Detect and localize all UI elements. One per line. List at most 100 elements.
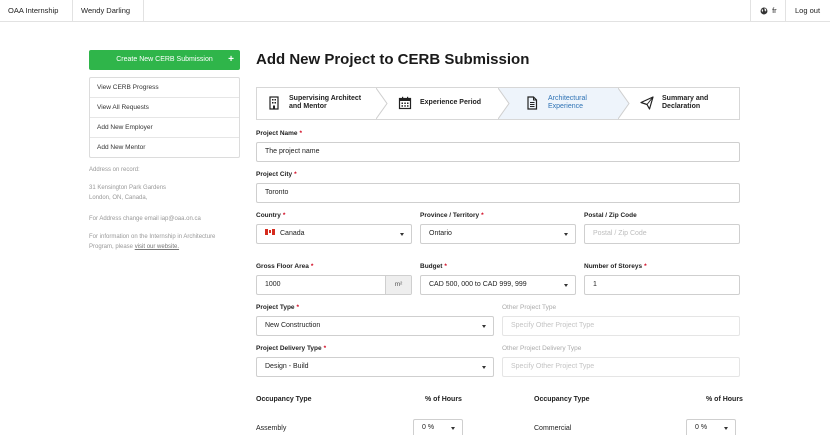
step-label: Supervising Architect and Mentor bbox=[289, 95, 361, 111]
other-project-type-label: Other Project Type bbox=[502, 304, 557, 311]
chevron-down-icon bbox=[724, 427, 728, 430]
top-navigation-bar: OAA Internship Wendy Darling fr Log out bbox=[0, 0, 830, 22]
step-summary-declaration[interactable]: Summary and Declaration bbox=[630, 88, 739, 119]
step-label-line-2: Experience bbox=[548, 103, 584, 110]
address-line-1: 31 Kensington Park Gardens bbox=[89, 185, 167, 191]
storeys-input[interactable]: 1 bbox=[584, 275, 740, 295]
step-label: Architectural Experience bbox=[548, 95, 587, 111]
step-label-line-2: and Mentor bbox=[289, 103, 327, 110]
unit-addon: m² bbox=[385, 276, 411, 294]
chevron-down-icon bbox=[482, 325, 486, 328]
address-change-note: For Address change email iap@oaa.on.ca bbox=[89, 216, 201, 222]
project-name-input[interactable]: The project name bbox=[256, 142, 740, 162]
province-value: Ontario bbox=[429, 230, 452, 237]
divider bbox=[785, 0, 786, 22]
project-city-label: Project City * bbox=[256, 171, 297, 178]
calendar-icon bbox=[398, 96, 412, 110]
country-label: Country * bbox=[256, 212, 286, 219]
budget-label: Budget * bbox=[420, 263, 447, 270]
step-separator-arrow bbox=[498, 88, 510, 119]
program-info-line-2: Program, please visit our website. bbox=[89, 243, 179, 252]
create-button-label: Create New CERB Submission bbox=[116, 56, 213, 63]
create-cerb-submission-button[interactable]: Create New CERB Submission + bbox=[89, 50, 240, 70]
sidebar-item-view-all-requests[interactable]: View All Requests bbox=[90, 98, 239, 118]
occupancy-row-label: Assembly bbox=[256, 425, 287, 432]
gross-floor-area-value: 1000 bbox=[265, 281, 281, 288]
step-label-line-1: Experience Period bbox=[420, 99, 482, 106]
other-project-type-input[interactable]: Specify Other Project Type bbox=[502, 316, 740, 336]
building-icon bbox=[269, 96, 279, 110]
step-label-line-1: Supervising Architect bbox=[289, 95, 362, 102]
globe-icon bbox=[760, 7, 768, 15]
sidebar-menu: View CERB Progress View All Requests Add… bbox=[89, 77, 240, 158]
project-type-select[interactable]: New Construction bbox=[256, 316, 494, 336]
step-experience-period[interactable]: Experience Period bbox=[388, 88, 509, 119]
brand-link[interactable]: OAA Internship bbox=[0, 0, 66, 22]
hours-header: % of Hours bbox=[425, 396, 462, 403]
step-label: Summary and Declaration bbox=[662, 95, 708, 111]
gross-floor-area-input[interactable]: 1000 m² bbox=[256, 275, 412, 295]
delivery-type-value: Design - Build bbox=[265, 363, 309, 370]
address-line-2: London, ON, Canada, bbox=[89, 195, 148, 201]
step-separator-arrow bbox=[376, 88, 388, 119]
logout-link[interactable]: Log out bbox=[787, 0, 828, 22]
hours-select[interactable]: 0 % bbox=[413, 419, 463, 435]
language-toggle[interactable]: fr bbox=[752, 0, 785, 22]
page-title: Add New Project to CERB Submission bbox=[256, 51, 530, 68]
delivery-type-label: Project Delivery Type * bbox=[256, 345, 327, 352]
step-architectural-experience[interactable]: Architectural Experience bbox=[498, 88, 619, 119]
storeys-label: Number of Storeys * bbox=[584, 263, 647, 270]
sidebar-item-view-cerb-progress[interactable]: View CERB Progress bbox=[90, 78, 239, 98]
canada-flag-icon bbox=[265, 229, 275, 236]
project-name-label: Project Name * bbox=[256, 130, 303, 137]
step-label: Experience Period bbox=[420, 99, 481, 107]
delivery-type-select[interactable]: Design - Build bbox=[256, 357, 494, 377]
budget-select[interactable]: CAD 500, 000 to CAD 999, 999 bbox=[420, 275, 576, 295]
occupancy-type-header: Occupancy Type bbox=[256, 396, 312, 403]
country-select[interactable]: Canada bbox=[256, 224, 412, 244]
project-city-input[interactable]: Toronto bbox=[256, 183, 740, 203]
hours-select[interactable]: 0 % bbox=[686, 419, 736, 435]
progress-steps: Supervising Architect and Mentor Experien… bbox=[256, 87, 740, 120]
program-info-text: Program, please bbox=[89, 244, 135, 250]
postal-code-placeholder: Postal / Zip Code bbox=[593, 230, 647, 237]
document-icon bbox=[527, 96, 538, 110]
postal-code-input[interactable]: Postal / Zip Code bbox=[584, 224, 740, 244]
chevron-down-icon bbox=[400, 233, 404, 236]
chevron-down-icon bbox=[482, 366, 486, 369]
chevron-down-icon bbox=[451, 427, 455, 430]
step-label-line-1: Summary and bbox=[662, 95, 709, 102]
gross-floor-area-label: Gross Floor Area * bbox=[256, 263, 314, 270]
hours-header: % of Hours bbox=[706, 396, 743, 403]
country-value: Canada bbox=[280, 230, 305, 237]
program-info-line-1: For information on the Internship in Arc… bbox=[89, 234, 216, 240]
other-delivery-type-input[interactable]: Specify Other Project Type bbox=[502, 357, 740, 377]
hours-value: 0 % bbox=[695, 424, 708, 431]
website-link[interactable]: visit our website. bbox=[135, 244, 179, 250]
chevron-down-icon bbox=[564, 284, 568, 287]
province-label: Province / Territory * bbox=[420, 212, 484, 219]
other-project-type-placeholder: Specify Other Project Type bbox=[511, 322, 595, 329]
paper-plane-icon bbox=[640, 96, 654, 110]
sidebar-item-add-new-employer[interactable]: Add New Employer bbox=[90, 118, 239, 138]
other-delivery-type-placeholder: Specify Other Project Type bbox=[511, 363, 595, 370]
other-delivery-type-label: Other Project Delivery Type bbox=[502, 345, 582, 352]
step-supervising-architect[interactable]: Supervising Architect and Mentor bbox=[257, 88, 377, 119]
divider bbox=[143, 0, 144, 22]
sidebar-item-add-new-mentor[interactable]: Add New Mentor bbox=[90, 138, 239, 158]
hours-value: 0 % bbox=[422, 424, 435, 431]
occupancy-type-header: Occupancy Type bbox=[534, 396, 590, 403]
language-label: fr bbox=[772, 6, 777, 15]
plus-icon: + bbox=[228, 54, 234, 65]
budget-value: CAD 500, 000 to CAD 999, 999 bbox=[429, 281, 527, 288]
step-label-line-1: Architectural bbox=[548, 95, 587, 102]
step-label-line-2: Declaration bbox=[662, 103, 701, 110]
address-heading: Address on record: bbox=[89, 167, 140, 173]
project-type-label: Project Type * bbox=[256, 304, 300, 311]
province-select[interactable]: Ontario bbox=[420, 224, 576, 244]
occupancy-row-label: Commercial bbox=[534, 425, 572, 432]
divider bbox=[750, 0, 751, 22]
step-separator-arrow bbox=[618, 88, 630, 119]
chevron-down-icon bbox=[564, 233, 568, 236]
user-menu[interactable]: Wendy Darling bbox=[73, 0, 138, 22]
